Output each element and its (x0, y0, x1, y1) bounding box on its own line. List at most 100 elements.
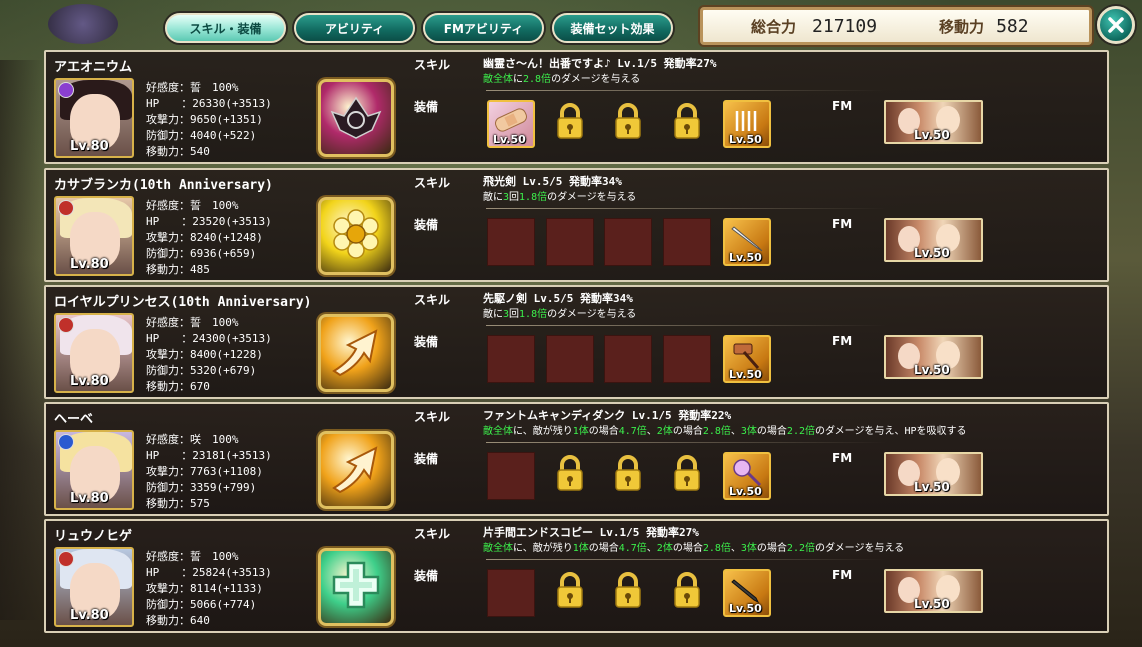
close-button[interactable] (1097, 6, 1135, 44)
tab-equip-set-effect[interactable]: 装備セット効果 (552, 13, 673, 43)
lock-icon (613, 103, 643, 145)
equip-slot-item[interactable]: Lv.50 (723, 218, 771, 266)
equip-slot-locked[interactable] (604, 569, 652, 617)
skill-desc-segment: の場合 (588, 426, 619, 437)
unit-stat-line: 防御力：6936(+659) (146, 247, 257, 260)
equip-slot-locked[interactable] (663, 569, 711, 617)
unit-portrait[interactable]: Lv.80 (54, 196, 134, 276)
equip-slot-empty[interactable] (487, 452, 535, 500)
element-icon (58, 551, 74, 567)
flower-icon (326, 204, 386, 268)
equip-slot-locked[interactable] (546, 569, 594, 617)
equip-level: Lv.50 (729, 602, 762, 615)
fm-card[interactable]: Lv.50 (884, 569, 983, 613)
equip-slot-empty[interactable] (546, 335, 594, 383)
unit-portrait[interactable]: Lv.80 (54, 313, 134, 393)
unit-stat-line: 移動力：540 (146, 145, 210, 158)
skill-desc-segment: 2.8倍 (702, 426, 731, 437)
lock-icon (613, 455, 643, 497)
skill-label: スキル (414, 293, 451, 307)
skill-desc-segment: のダメージを与える (547, 309, 637, 320)
move-power-label: 移動力 (939, 17, 985, 36)
skill-desc-segment: のダメージを与える (814, 543, 905, 554)
skill-desc-segment: の場合 (588, 543, 619, 554)
equip-slot-item[interactable]: Lv.50 (723, 335, 771, 383)
skill-desc-segment: 4.7倍 (618, 426, 647, 437)
equip-slot-empty[interactable] (487, 335, 535, 383)
skill-desc-segment: に、敵が残り (513, 543, 573, 554)
unit-name: ヘーベ (54, 412, 94, 427)
equip-slot-locked[interactable] (604, 100, 652, 148)
equip-slot-locked[interactable] (663, 452, 711, 500)
fm-label: FM (832, 568, 853, 582)
equip-slot-item[interactable]: Lv.50 (723, 452, 771, 500)
equip-slot-locked[interactable] (604, 452, 652, 500)
fm-level: Lv.50 (914, 363, 950, 377)
unit-stat-line: 好感度：咲 100% (146, 433, 239, 446)
fm-card[interactable]: Lv.50 (884, 335, 983, 379)
fm-card[interactable]: Lv.50 (884, 452, 983, 496)
equip-slot-empty[interactable] (487, 218, 535, 266)
unit-level: Lv.80 (70, 608, 109, 623)
skill-icon-button[interactable] (318, 197, 394, 275)
skill-description: 敵全体に、敵が残り1体の場合4.7倍、2体の場合2.8倍、3体の場合2.2倍のダ… (483, 422, 967, 437)
fm-card[interactable]: Lv.50 (884, 100, 983, 144)
equip-slot-empty[interactable] (487, 569, 535, 617)
unit-level: Lv.80 (70, 139, 109, 154)
skill-icon-button[interactable] (318, 79, 394, 157)
fm-label: FM (832, 217, 853, 231)
fm-card[interactable]: Lv.50 (884, 218, 983, 262)
skill-icon-button[interactable] (318, 548, 394, 626)
unit-name: カサブランカ(10th Anniversary) (54, 178, 273, 193)
unit-stat-line: 防御力：5320(+679) (146, 364, 257, 377)
equip-slot-empty[interactable] (604, 335, 652, 383)
equip-slot-locked[interactable] (663, 100, 711, 148)
skill-title: 飛光剣 Lv.5/5 発動率34% (483, 175, 622, 188)
equip-slot-locked[interactable] (546, 100, 594, 148)
tab-skill-equip[interactable]: スキル・装備 (165, 13, 286, 43)
equip-slot-empty[interactable] (663, 218, 711, 266)
unit-portrait[interactable]: Lv.80 (54, 78, 134, 158)
unit-name: リュウノヒゲ (54, 529, 133, 544)
fm-label: FM (832, 334, 853, 348)
skill-desc-segment: のダメージを与える (551, 74, 641, 85)
lock-icon (555, 455, 585, 497)
total-power-label: 総合力 (751, 17, 797, 36)
equip-slot-empty[interactable] (663, 335, 711, 383)
close-icon (1108, 17, 1124, 33)
unit-stat-line: 防御力：5066(+774) (146, 598, 257, 611)
skill-desc-segment: の場合 (672, 426, 703, 437)
fm-level: Lv.50 (914, 246, 950, 260)
row-divider (486, 208, 886, 209)
element-icon (58, 82, 74, 98)
equip-slot-item[interactable]: Lv.50 (723, 569, 771, 617)
unit-portrait[interactable]: Lv.80 (54, 430, 134, 510)
unit-stat-line: 移動力：575 (146, 497, 210, 510)
unit-stat-line: 好感度：誓 100% (146, 550, 239, 563)
tab-fm-ability[interactable]: FMアビリティ (423, 13, 544, 43)
lock-icon (672, 572, 702, 614)
skill-desc-segment: 3体 (740, 543, 757, 554)
equip-slot-empty[interactable] (546, 218, 594, 266)
skill-desc-segment: に、敵が残り (513, 426, 573, 437)
skill-desc-segment: のダメージを与える (547, 192, 637, 203)
equip-slot-empty[interactable] (604, 218, 652, 266)
skill-label: スキル (414, 410, 451, 424)
cross-icon (326, 555, 386, 619)
skill-icon-button[interactable] (318, 314, 394, 392)
unit-stats: 好感度：誓 100% HP ：24300(+3513) 攻撃力：8400(+1228… (146, 315, 272, 395)
unit-name: アエオニウム (54, 60, 133, 75)
equip-slot-item[interactable]: Lv.50 (723, 100, 771, 148)
equip-slot-locked[interactable] (546, 452, 594, 500)
skill-icon-button[interactable] (318, 431, 394, 509)
arrow-up-icon (326, 438, 386, 502)
skill-desc-segment: 4.7倍 (618, 543, 647, 554)
stats-panel: 総合力 217109 移動力 582 (700, 7, 1092, 45)
skill-desc-segment: 2.8倍 (702, 543, 731, 554)
unit-portrait[interactable]: Lv.80 (54, 547, 134, 627)
skill-desc-segment: に (513, 74, 523, 85)
skill-desc-segment: 2体 (656, 426, 673, 437)
skill-desc-segment: の場合 (756, 426, 787, 437)
tab-ability[interactable]: アビリティ (294, 13, 415, 43)
equip-slot-item[interactable]: Lv.50 (487, 100, 535, 148)
